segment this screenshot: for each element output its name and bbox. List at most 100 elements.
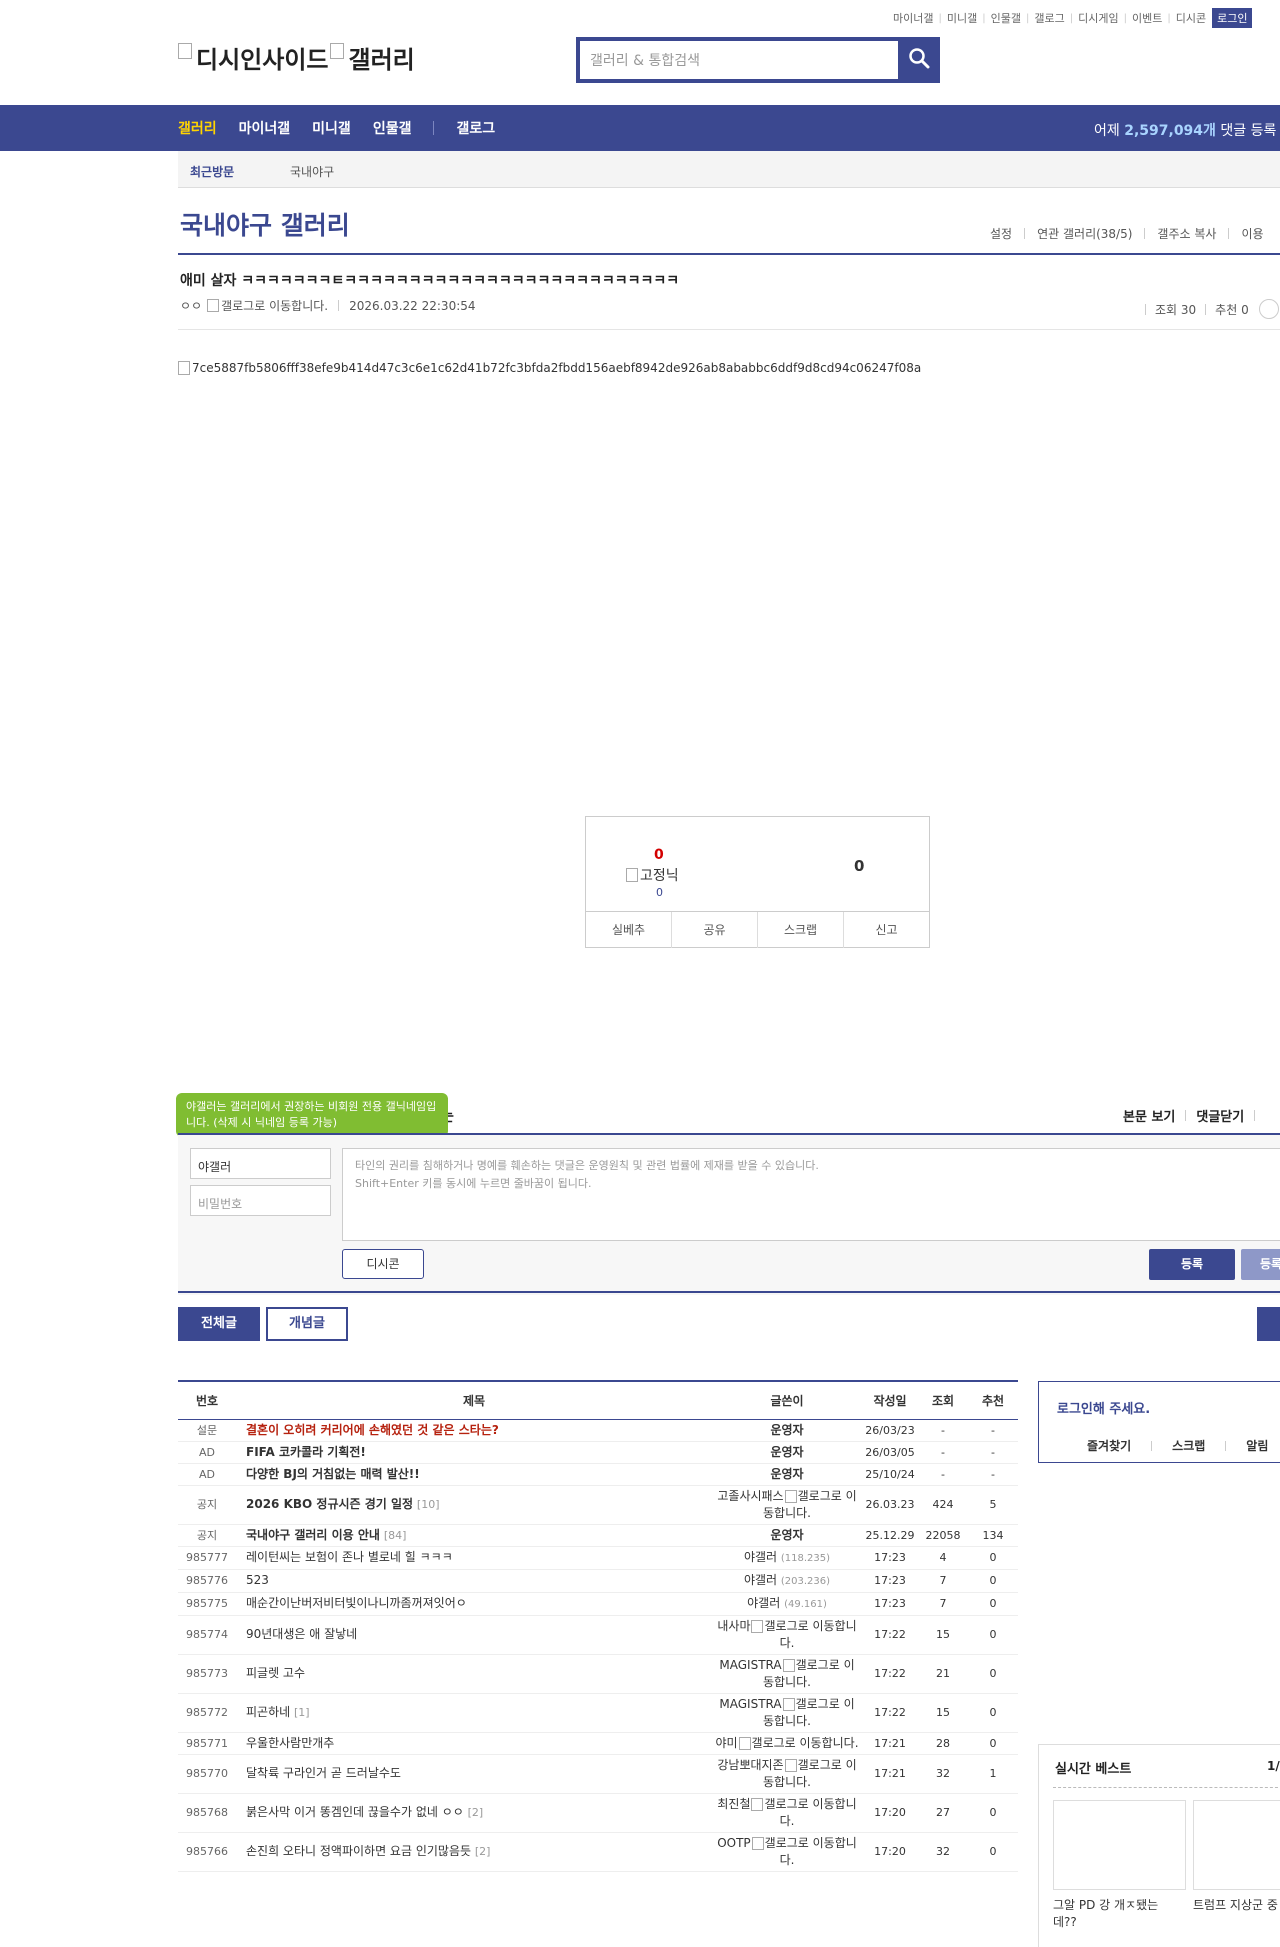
comment-textarea[interactable]: 타인의 권리를 침해하거나 명예를 훼손하는 댓글은 운영원칙 및 관련 법률에… [342,1148,1280,1241]
comment-count-badge[interactable]: [10] [417,1498,440,1511]
post-subject[interactable]: 결혼이 오히려 커리어에 손해였던 것 같은 스타는? [246,1423,499,1437]
util-link-event[interactable]: 이벤트 [1132,10,1162,26]
gallog-link[interactable]: 갤로그로 이동합니다. [764,1797,856,1828]
post-subject[interactable]: 손진희 오타니 정액파이하면 요금 인기많음듯 [246,1844,471,1858]
post-writer[interactable]: 운영자 [770,1467,803,1481]
comment-count-badge[interactable]: [2] [475,1845,491,1858]
login-prompt[interactable]: 로그인해 주세요. [1057,1398,1150,1417]
gallog-link[interactable]: 갤로그로 이동합니다. [221,297,328,314]
recent-visit-item[interactable]: 국내야구 [290,163,334,180]
post-subject[interactable]: 붉은사막 이거 똥겜인데 끊을수가 없네 ㅇㅇ [246,1805,464,1819]
view-post-link[interactable]: 본문 보기 [1123,1106,1175,1125]
tab-concept-posts[interactable]: 개념글 [266,1307,348,1341]
util-link-gallog[interactable]: 갤로그 [1034,10,1064,26]
nav-mini[interactable]: 미니갤 [312,118,351,138]
table-row[interactable]: 985777 레이턴씨는 보험이 존나 별로네 힐 ㅋㅋㅋ 야갤러 (118.235… [178,1546,1018,1570]
table-row[interactable]: 공지 2026 KBO 정규시즌 경기 일정 [10] 고졸사시패스 갤로그로 이동합… [178,1485,1018,1525]
post-writer[interactable]: 야갤러 [744,1550,777,1564]
comment-count-badge[interactable]: [2] [468,1806,484,1819]
gallery-title[interactable]: 국내야구 갤러리 [180,206,350,242]
table-row[interactable]: 공지 국내야구 갤러리 이용 안내 [84] 운영자 25.12.29 22058 134 [178,1524,1018,1547]
gallog-link[interactable]: 갤로그로 이동합니다. [764,1619,856,1650]
downvote-count[interactable]: 0 [854,857,864,875]
table-row[interactable]: AD 다양한 BJ의 거침없는 매력 발산!! 운영자 25/10/24- - [178,1463,1018,1486]
notification-link[interactable]: 알림 [1246,1437,1268,1454]
util-link-minor[interactable]: 마이너갤 [893,10,933,26]
comment-count-badge[interactable]: [84] [384,1529,407,1542]
nav-person[interactable]: 인물갤 [373,118,412,138]
post-writer[interactable]: MAGISTRA [719,1658,781,1672]
post-subject[interactable]: 달착륙 구라인거 곧 드러날수도 [246,1766,401,1780]
best-caption[interactable]: 트럼프 지상군 중 [1193,1897,1280,1914]
table-row[interactable]: 985772 피곤하네 [1] MAGISTRA 갤로그로 이동합니다. 17:22 15… [178,1693,1018,1733]
password-field[interactable]: 비밀번호 [190,1185,331,1216]
post-writer[interactable]: ㅇㅇ [180,297,202,314]
post-writer[interactable]: OOTP [717,1836,750,1850]
post-writer[interactable]: 고졸사시패스 [717,1489,783,1503]
site-logo[interactable]: 디시인사이드 갤러리 [178,40,415,75]
best-caption[interactable]: 그알 PD 강 개ㅈ됐는데?? [1053,1897,1178,1931]
table-row[interactable]: 985775 매순간이난버저비터빛이나니까좀꺼져잇어ㅇ 야갤러 (49.161) 17… [178,1592,1018,1616]
util-link-dccon[interactable]: 디시콘 [1176,10,1206,26]
related-gallery-link[interactable]: 연관 갤러리(38/5) [1037,225,1132,242]
util-link-mini[interactable]: 미니갤 [947,10,977,26]
nav-gallog[interactable]: 갤로그 [456,118,495,138]
submit-button[interactable]: 등록 [1149,1249,1235,1280]
write-button[interactable] [1257,1307,1280,1341]
util-link-person[interactable]: 인물갤 [991,10,1021,26]
table-row[interactable]: 985773 피글렛 고수 MAGISTRA 갤로그로 이동합니다. 17:22 21 0 [178,1654,1018,1694]
post-writer[interactable]: 강남뽀대지존 [717,1758,783,1772]
scrap-link[interactable]: 스크랩 [1172,1437,1205,1454]
tab-all-posts[interactable]: 전체글 [178,1307,260,1341]
search-input[interactable]: 갤러리 & 통합검색 [580,41,898,79]
table-row[interactable]: 985774 90년대생은 애 잘낳네 내사마 갤로그로 이동합니다. 17:22 15 0 [178,1615,1018,1655]
login-button[interactable]: 로그인 [1212,8,1253,28]
nickname-field[interactable]: 야갤러 [190,1148,331,1179]
post-subject[interactable]: 우울한사람만개추 [246,1736,334,1750]
post-image[interactable]: 7ce5887fb5806fff38efe9b414d47c3c6e1c62d4… [178,361,921,375]
post-writer[interactable]: 운영자 [770,1528,803,1542]
table-row[interactable]: 설문 결혼이 오히려 커리어에 손해였던 것 같은 스타는? 운영자 26/03/23… [178,1419,1018,1442]
copy-url-link[interactable]: 갤주소 복사 [1157,225,1216,242]
best-thumbnail[interactable] [1053,1800,1186,1890]
post-writer[interactable]: 최진철 [717,1797,750,1811]
post-writer[interactable]: 내사마 [717,1619,750,1633]
table-row[interactable]: 985768 붉은사막 이거 똥겜인데 끊을수가 없네 ㅇㅇ [2] 최진철 갤로그로… [178,1793,1018,1833]
usage-link[interactable]: 이용 [1241,225,1263,242]
post-subject[interactable]: 2026 KBO 정규시즌 경기 일정 [246,1497,413,1511]
close-comments-link[interactable]: 댓글닫기 [1196,1106,1244,1125]
post-writer[interactable]: 야갤러 [744,1573,777,1587]
report-button[interactable]: 신고 [843,912,929,948]
nav-gallery[interactable]: 갤러리 [178,118,217,138]
comment-count-badge[interactable]: [1] [294,1706,310,1719]
submit-button-secondary[interactable]: 등록 [1241,1249,1280,1280]
post-subject[interactable]: 국내야구 갤러리 이용 안내 [246,1528,380,1542]
util-link-dcgame[interactable]: 디시게임 [1078,10,1118,26]
post-writer[interactable]: MAGISTRA [719,1697,781,1711]
table-row[interactable]: 985776 523 야갤러 (203.236) 17:23 7 0 [178,1569,1018,1593]
gallog-link[interactable]: 갤로그로 이동합니다. [752,1736,859,1750]
settings-link[interactable]: 설정 [990,225,1012,242]
search-icon[interactable] [908,47,930,69]
post-subject[interactable]: 90년대생은 애 잘낳네 [246,1627,357,1641]
post-subject[interactable]: FIFA 코카콜라 기획전! [246,1445,366,1459]
scrap-button[interactable]: 스크랩 [757,912,843,948]
post-writer[interactable]: 운영자 [770,1445,803,1459]
more-options-icon[interactable] [1258,299,1279,319]
favorites-link[interactable]: 즐겨찾기 [1087,1437,1131,1454]
upvote-count[interactable]: 0 [654,847,664,863]
gallog-link[interactable]: 갤로그로 이동합니다. [765,1836,857,1867]
nav-minor[interactable]: 마이너갤 [239,118,291,138]
table-row[interactable]: 985771 우울한사람만개추 야미 갤로그로 이동합니다. 17:21 28 0 [178,1732,1018,1755]
post-subject[interactable]: 다양한 BJ의 거침없는 매력 발산!! [246,1467,420,1481]
post-subject[interactable]: 523 [246,1573,269,1587]
dccon-button[interactable]: 디시콘 [342,1249,424,1279]
best-thumbnail[interactable] [1193,1800,1280,1890]
post-writer[interactable]: 운영자 [770,1423,803,1437]
table-row[interactable]: AD FIFA 코카콜라 기획전! 운영자 26/03/05- - [178,1441,1018,1464]
table-row[interactable]: 985770 달착륙 구라인거 곧 드러날수도 강남뽀대지존 갤로그로 이동합니다. 1… [178,1754,1018,1794]
post-subject[interactable]: 피곤하네 [246,1705,290,1719]
post-subject[interactable]: 매순간이난버저비터빛이나니까좀꺼져잇어ㅇ [246,1596,467,1610]
post-subject[interactable]: 레이턴씨는 보험이 존나 별로네 힐 ㅋㅋㅋ [246,1550,453,1564]
table-row[interactable]: 985766 손진희 오타니 정액파이하면 요금 인기많음듯 [2] OOTP 갤로그… [178,1832,1018,1872]
